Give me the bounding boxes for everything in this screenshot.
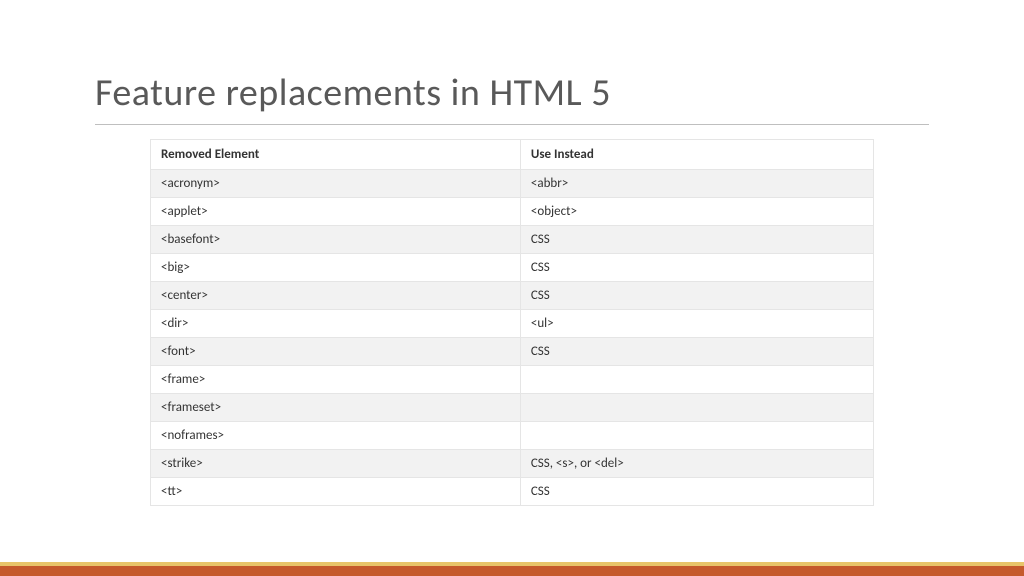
cell-removed: <font>: [151, 338, 521, 366]
table-container: Removed Element Use Instead <acronym><ab…: [95, 139, 929, 506]
cell-removed: <noframes>: [151, 422, 521, 450]
cell-instead: CSS: [520, 282, 873, 310]
cell-removed: <acronym>: [151, 170, 521, 198]
cell-removed: <applet>: [151, 198, 521, 226]
cell-instead: CSS: [520, 478, 873, 506]
table-row: <font>CSS: [151, 338, 874, 366]
cell-instead: [520, 394, 873, 422]
table-row: <frameset>: [151, 394, 874, 422]
table-row: <dir><ul>: [151, 310, 874, 338]
cell-removed: <dir>: [151, 310, 521, 338]
cell-instead: CSS: [520, 226, 873, 254]
table-row: <strike>CSS, <s>, or <del>: [151, 450, 874, 478]
cell-removed: <basefont>: [151, 226, 521, 254]
table-row: <basefont>CSS: [151, 226, 874, 254]
cell-instead: CSS: [520, 338, 873, 366]
table-row: <big>CSS: [151, 254, 874, 282]
cell-instead: [520, 366, 873, 394]
cell-removed: <strike>: [151, 450, 521, 478]
cell-instead: CSS, <s>, or <del>: [520, 450, 873, 478]
table-row: <acronym><abbr>: [151, 170, 874, 198]
cell-instead: <ul>: [520, 310, 873, 338]
footer-accent-bar: [0, 562, 1024, 576]
table-row: <noframes>: [151, 422, 874, 450]
cell-instead: CSS: [520, 254, 873, 282]
cell-instead: <object>: [520, 198, 873, 226]
table-row: <center>CSS: [151, 282, 874, 310]
table-row: <tt>CSS: [151, 478, 874, 506]
replacement-table: Removed Element Use Instead <acronym><ab…: [150, 139, 874, 506]
table-row: <frame>: [151, 366, 874, 394]
cell-removed: <tt>: [151, 478, 521, 506]
cell-instead: [520, 422, 873, 450]
cell-removed: <frame>: [151, 366, 521, 394]
cell-removed: <center>: [151, 282, 521, 310]
slide-content: Feature replacements in HTML 5 Removed E…: [0, 0, 1024, 506]
table-row: <applet><object>: [151, 198, 874, 226]
page-title: Feature replacements in HTML 5: [95, 70, 929, 125]
header-instead: Use Instead: [520, 140, 873, 170]
header-removed: Removed Element: [151, 140, 521, 170]
table-header-row: Removed Element Use Instead: [151, 140, 874, 170]
cell-removed: <frameset>: [151, 394, 521, 422]
cell-instead: <abbr>: [520, 170, 873, 198]
cell-removed: <big>: [151, 254, 521, 282]
